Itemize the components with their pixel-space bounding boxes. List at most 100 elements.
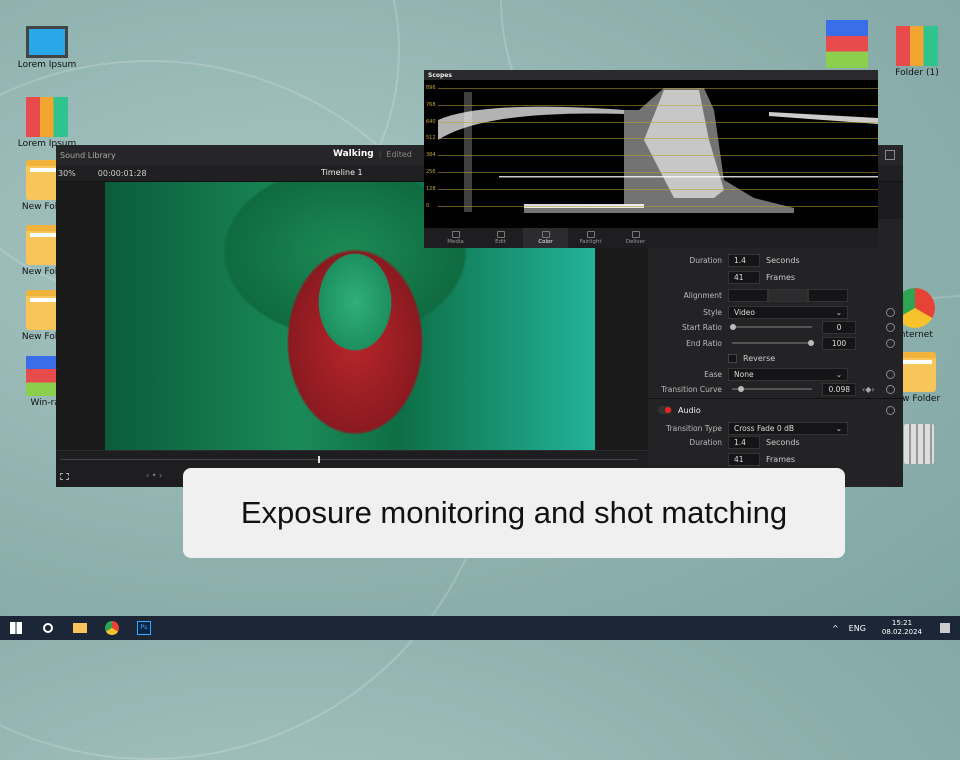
reset-icon[interactable] bbox=[886, 338, 895, 348]
y-tick-label: 384 bbox=[426, 152, 436, 159]
project-status: Edited bbox=[386, 149, 412, 159]
graticule-line bbox=[438, 88, 878, 89]
graticule-line bbox=[438, 205, 878, 207]
date: 08.02.2024 bbox=[881, 628, 922, 636]
computer-icon bbox=[26, 26, 68, 58]
alignment-label: Alignment bbox=[683, 290, 722, 300]
y-tick-label: 0 bbox=[426, 202, 430, 209]
transition-type-dropdown[interactable]: Cross Fade 0 dB ⌄ bbox=[728, 421, 848, 435]
start-ratio-input[interactable]: 0 bbox=[822, 320, 856, 334]
end-ratio-label: End Ratio bbox=[686, 338, 722, 348]
binders-icon bbox=[896, 26, 938, 66]
page-deliver[interactable]: Deliver bbox=[613, 228, 658, 248]
start-button[interactable] bbox=[0, 616, 32, 640]
chrome-button[interactable] bbox=[96, 616, 128, 640]
graticule-line bbox=[438, 104, 878, 106]
trash-icon bbox=[904, 424, 934, 464]
seconds-label: Seconds bbox=[766, 255, 800, 265]
end-ratio-slider[interactable] bbox=[732, 340, 814, 346]
waveform-scope: 896 768 640 512 384 256 128 0 bbox=[424, 80, 878, 228]
clock[interactable]: 15:21 08.02.2024 bbox=[882, 619, 922, 637]
duration-label: Duration bbox=[689, 255, 722, 265]
end-ratio-input[interactable]: 100 bbox=[822, 336, 856, 350]
audio-frames-input[interactable]: 41 bbox=[728, 452, 760, 466]
graticule-line bbox=[438, 121, 878, 123]
align-center-button[interactable] bbox=[768, 288, 808, 302]
audio-seconds-label: Seconds bbox=[766, 437, 800, 447]
graticule-line bbox=[438, 172, 878, 173]
frames-input[interactable]: 41 bbox=[728, 270, 760, 284]
audio-duration-label: Duration bbox=[689, 437, 722, 447]
audio-frames-label: Frames bbox=[766, 454, 796, 464]
transition-curve-input[interactable]: 0.098 bbox=[822, 382, 856, 396]
start-ratio-slider[interactable] bbox=[730, 324, 812, 330]
align-end-button[interactable] bbox=[808, 288, 848, 302]
page-fairlight[interactable]: Fairlight bbox=[568, 228, 613, 248]
y-tick-label: 896 bbox=[426, 85, 436, 91]
page-media[interactable]: Media bbox=[433, 228, 478, 248]
page-color[interactable]: Color bbox=[523, 228, 568, 248]
folder-icon bbox=[73, 623, 87, 633]
icon-label: Folder (1) bbox=[895, 68, 939, 78]
language-indicator[interactable]: ENG bbox=[849, 624, 866, 633]
transition-type-label: Transition Type bbox=[666, 423, 722, 433]
notification-icon[interactable] bbox=[940, 623, 950, 633]
scopes-title: Scopes bbox=[424, 70, 878, 80]
keyframe-icon[interactable]: ‹◆› bbox=[862, 385, 875, 394]
taskbar: Ps ^ ENG 15:21 08.02.2024 bbox=[0, 616, 960, 640]
transition-curve-label: Transition Curve bbox=[661, 384, 722, 394]
timeline-dropdown[interactable]: Timeline 1 bbox=[321, 168, 363, 177]
audio-section-label: Audio bbox=[678, 405, 701, 415]
nav-arrows[interactable]: ‹ • › bbox=[146, 471, 162, 480]
style-dropdown[interactable]: Video ⌄ bbox=[728, 305, 848, 319]
page-navigation: Media Edit Color Fairlight Deliver bbox=[424, 228, 878, 248]
desktop-icon-computer[interactable]: Lorem Ipsum bbox=[12, 26, 82, 70]
photoshop-icon: Ps bbox=[137, 621, 151, 635]
search-icon bbox=[43, 623, 53, 633]
sound-library-tab[interactable]: Sound Library bbox=[60, 151, 116, 160]
ease-label: Ease bbox=[704, 369, 722, 379]
scopes-window: Scopes 896 768 640 512 384 256 128 0 Media Edit… bbox=[424, 70, 878, 248]
reset-icon[interactable] bbox=[886, 405, 895, 415]
y-tick-label: 512 bbox=[426, 135, 436, 142]
dropdown-icon[interactable] bbox=[885, 150, 895, 160]
style-value: Video bbox=[734, 307, 756, 317]
reset-icon[interactable] bbox=[886, 369, 895, 379]
align-start-button[interactable] bbox=[728, 288, 768, 302]
crop-icon[interactable] bbox=[60, 473, 69, 480]
time: 15:21 bbox=[891, 619, 913, 627]
audio-toggle[interactable] bbox=[658, 406, 672, 414]
windows-icon bbox=[10, 622, 22, 634]
tray-chevron-icon[interactable]: ^ bbox=[832, 624, 839, 633]
zoom-dropdown[interactable]: 30% bbox=[58, 169, 76, 178]
frames-label: Frames bbox=[766, 272, 796, 282]
duration-input[interactable]: 1.4 bbox=[728, 253, 760, 267]
desktop-icon-folder-1[interactable]: Folder (1) bbox=[882, 26, 952, 78]
binders-icon bbox=[26, 97, 68, 137]
photoshop-button[interactable]: Ps bbox=[128, 616, 160, 640]
audio-duration-input[interactable]: 1.4 bbox=[728, 435, 760, 449]
reset-icon[interactable] bbox=[886, 322, 895, 332]
y-tick-label: 640 bbox=[426, 118, 436, 125]
graticule-line bbox=[438, 155, 878, 157]
graticule-line bbox=[438, 188, 878, 190]
y-tick-label: 256 bbox=[426, 169, 436, 175]
desktop-icon-binders[interactable] bbox=[812, 20, 882, 70]
ease-value: None bbox=[734, 369, 754, 379]
ease-dropdown[interactable]: None ⌄ bbox=[728, 367, 848, 381]
reset-icon[interactable] bbox=[886, 384, 895, 394]
binders-icon bbox=[826, 20, 868, 68]
project-name: Walking bbox=[333, 149, 374, 159]
file-explorer-button[interactable] bbox=[64, 616, 96, 640]
search-button[interactable] bbox=[32, 616, 64, 640]
style-label: Style bbox=[703, 307, 722, 317]
reverse-label: Reverse bbox=[743, 353, 776, 363]
reverse-checkbox[interactable] bbox=[728, 353, 737, 363]
chrome-icon bbox=[105, 621, 119, 635]
start-ratio-label: Start Ratio bbox=[682, 322, 722, 332]
transition-curve-slider[interactable] bbox=[732, 386, 812, 392]
desktop-icon-binders[interactable]: Lorem Ipsum bbox=[12, 97, 82, 149]
page-edit[interactable]: Edit bbox=[478, 228, 523, 248]
icon-label: Lorem Ipsum bbox=[17, 60, 77, 70]
reset-icon[interactable] bbox=[886, 307, 895, 317]
